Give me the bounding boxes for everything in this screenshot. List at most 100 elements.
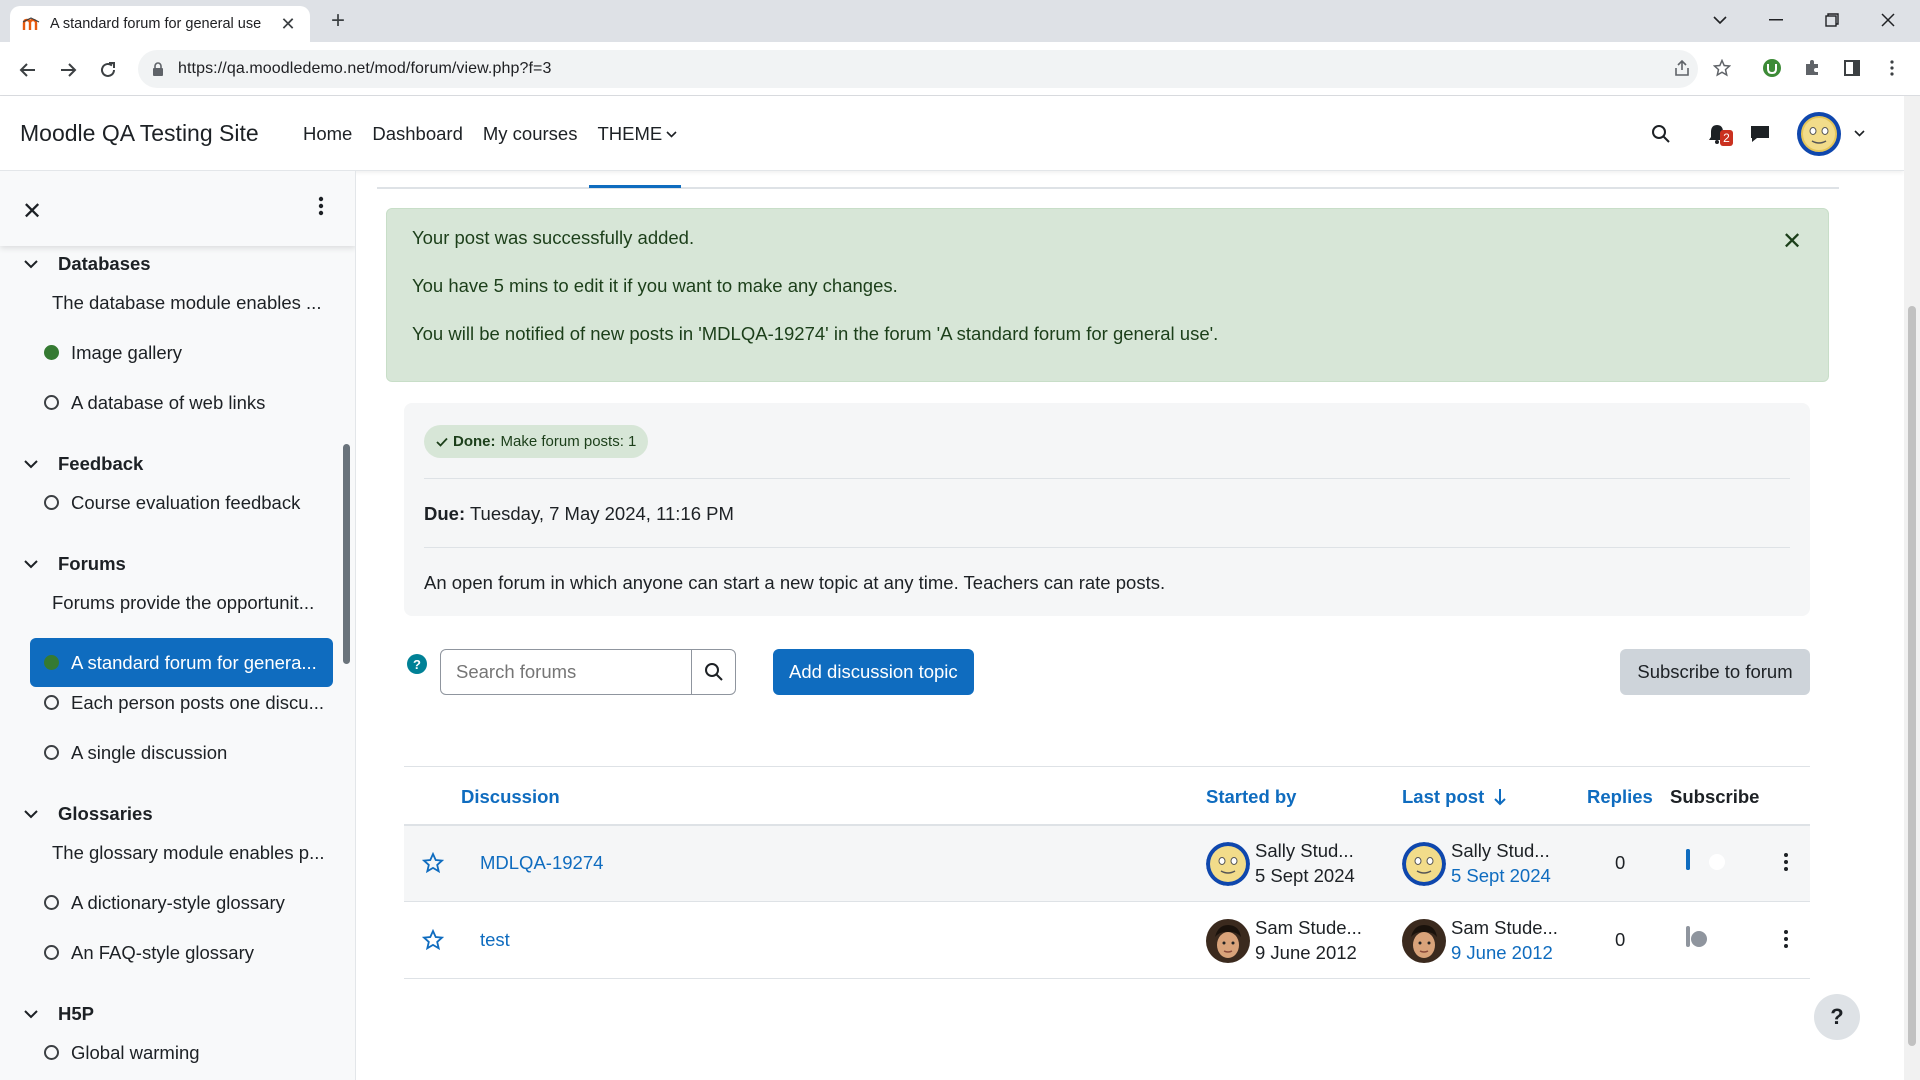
completion-done-icon <box>44 655 59 670</box>
section-title: H5P <box>58 1003 94 1024</box>
course-index-item[interactable]: Forums provide the opportunit... <box>30 578 333 627</box>
section-feedback[interactable]: Feedback <box>24 453 143 475</box>
due-value: Tuesday, 7 May 2024, 11:16 PM <box>469 503 734 524</box>
section-glossaries[interactable]: Glossaries <box>24 803 153 825</box>
search-help-icon[interactable]: ? <box>407 654 427 674</box>
last-post-date-link[interactable]: 9 June 2012 <box>1451 942 1553 964</box>
chevron-down-icon <box>666 130 677 138</box>
header-replies[interactable]: Replies <box>1587 786 1653 808</box>
section-forums[interactable]: Forums <box>24 553 126 575</box>
table-row: test Sam Stude... 9 June 2012 Sam Stude.… <box>404 903 1810 979</box>
bookmark-star-icon[interactable] <box>1708 54 1736 82</box>
moodle-favicon-icon <box>22 15 40 33</box>
url-text: https://qa.moodledemo.net/mod/forum/view… <box>178 60 552 77</box>
page-scrollbar[interactable] <box>1904 96 1920 1080</box>
drawer-options-icon[interactable] <box>318 195 324 222</box>
course-index-item[interactable]: The database module enables ... <box>30 278 333 327</box>
avatar[interactable] <box>1206 842 1250 886</box>
extensions-puzzle-icon[interactable] <box>1798 54 1826 82</box>
nav-theme[interactable]: THEME <box>597 123 677 145</box>
discussion-options-icon[interactable] <box>1784 853 1788 871</box>
completion-todo-icon <box>44 945 59 960</box>
divider <box>424 547 1790 548</box>
browser-menu-icon[interactable] <box>1878 54 1906 82</box>
star-icon[interactable] <box>421 928 445 956</box>
course-index-item[interactable]: Image gallery <box>30 328 333 377</box>
discussion-link[interactable]: MDLQA-19274 <box>480 852 603 874</box>
course-index-item[interactable]: A single discussion <box>30 728 333 777</box>
drawer-scrollbar[interactable] <box>343 444 350 664</box>
subscribe-toggle[interactable] <box>1686 926 1707 947</box>
course-index-item[interactable]: A database of web links <box>30 378 333 427</box>
forward-icon[interactable] <box>54 56 82 84</box>
header-last-post[interactable]: Last post <box>1402 786 1506 808</box>
discussion-options-icon[interactable] <box>1784 930 1788 948</box>
site-name[interactable]: Moodle QA Testing Site <box>20 120 259 147</box>
course-index-item[interactable]: Course evaluation feedback <box>30 478 333 527</box>
url-bar[interactable]: https://qa.moodledemo.net/mod/forum/view… <box>138 50 1698 88</box>
nav-dashboard[interactable]: Dashboard <box>372 123 463 145</box>
alert-line: You will be notified of new posts in 'MD… <box>412 323 1219 344</box>
avatar[interactable] <box>1402 842 1446 886</box>
restore-icon[interactable] <box>1804 0 1860 40</box>
add-discussion-button[interactable]: Add discussion topic <box>773 649 974 695</box>
window-close-icon[interactable] <box>1860 0 1916 40</box>
browser-tab[interactable]: A standard forum for general use ✕ <box>10 6 310 42</box>
last-post-date-link[interactable]: 5 Sept 2024 <box>1451 865 1551 887</box>
close-drawer-icon[interactable]: ✕ <box>22 197 42 226</box>
started-by-name: Sam Stude... <box>1255 917 1362 938</box>
reload-icon[interactable] <box>94 56 122 84</box>
course-index-item[interactable]: Each person posts one discu... <box>30 678 333 727</box>
completion-done-icon <box>44 345 59 360</box>
discussion-link[interactable]: test <box>480 929 510 951</box>
success-alert: Your post was successfully added. You ha… <box>386 208 1829 382</box>
nav-my-courses[interactable]: My courses <box>483 123 578 145</box>
section-title: Feedback <box>58 453 144 474</box>
tab-search-icon[interactable] <box>1692 0 1748 40</box>
course-index-item[interactable]: Global warming <box>30 1028 333 1077</box>
avatar[interactable] <box>1402 919 1446 963</box>
course-index-item[interactable]: The glossary module enables p... <box>30 828 333 877</box>
nav-home[interactable]: Home <box>303 123 352 145</box>
header-subscribe: Subscribe <box>1670 786 1760 807</box>
minimize-icon[interactable] <box>1748 0 1804 40</box>
side-panel-icon[interactable] <box>1838 54 1866 82</box>
alert-close-icon[interactable]: ✕ <box>1782 227 1802 256</box>
user-avatar[interactable] <box>1797 112 1841 156</box>
completion-todo-icon <box>44 745 59 760</box>
completion-todo-icon <box>44 695 59 710</box>
messages-icon[interactable] <box>1747 121 1773 147</box>
completion-todo-icon <box>44 395 59 410</box>
drawer-header: ✕ <box>0 171 355 246</box>
sort-arrow-down-icon <box>1494 789 1506 806</box>
course-index-item[interactable]: A dictionary-style glossary <box>30 878 333 927</box>
section-h5p[interactable]: H5P <box>24 1003 94 1025</box>
divider <box>424 478 1790 479</box>
avatar[interactable] <box>1206 919 1250 963</box>
header-discussion[interactable]: Discussion <box>461 786 560 808</box>
section-databases[interactable]: Databases <box>24 253 151 275</box>
star-icon[interactable] <box>421 851 445 879</box>
search-input[interactable] <box>441 650 691 694</box>
extension-shield-icon[interactable] <box>1758 54 1786 82</box>
course-index-item[interactable]: An FAQ-style glossary <box>30 928 333 977</box>
replies-count: 0 <box>1615 852 1626 873</box>
item-label: A dictionary-style glossary <box>71 891 285 913</box>
replies-count: 0 <box>1615 929 1626 950</box>
last-post-name: Sam Stude... <box>1451 917 1558 938</box>
tab-close-icon[interactable]: ✕ <box>278 14 298 35</box>
item-label: A single discussion <box>71 741 228 763</box>
new-tab-icon[interactable]: + <box>326 9 350 34</box>
completion-done-label: Done: <box>453 433 496 450</box>
chevron-down-icon <box>24 559 42 569</box>
search-icon[interactable] <box>1648 121 1674 147</box>
share-icon[interactable] <box>1668 54 1696 82</box>
subscribe-toggle[interactable] <box>1686 849 1725 870</box>
page-scrollbar-thumb[interactable] <box>1908 306 1916 1046</box>
header-started-by[interactable]: Started by <box>1206 786 1296 808</box>
back-icon[interactable] <box>14 56 42 84</box>
user-menu-chevron-icon[interactable] <box>1852 126 1866 140</box>
subscribe-forum-button[interactable]: Subscribe to forum <box>1620 649 1810 695</box>
search-submit-button[interactable] <box>691 650 735 694</box>
help-button[interactable]: ? <box>1814 994 1860 1040</box>
